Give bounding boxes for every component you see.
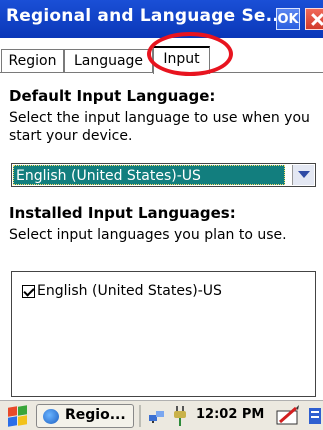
installed-input-heading: Installed Input Languages:	[9, 204, 236, 222]
power-plug-icon[interactable]	[172, 405, 188, 427]
app-globe-icon	[43, 409, 59, 424]
tab-language[interactable]: Language	[64, 49, 153, 72]
default-input-language-select[interactable]: English (United States)-US	[11, 163, 316, 187]
chevron-down-icon[interactable]	[292, 165, 314, 185]
taskbar-app-button[interactable]: Regio...	[36, 404, 134, 428]
keyboard-pen-icon[interactable]	[276, 405, 300, 427]
taskbar: Regio... 12:02 PM	[0, 400, 323, 430]
list-item[interactable]: English (United States)-US	[22, 282, 222, 300]
network-icon[interactable]	[148, 408, 166, 424]
checkbox-checked[interactable]	[22, 284, 35, 298]
tab-region[interactable]: Region	[1, 49, 64, 72]
close-button[interactable]	[305, 8, 323, 30]
default-input-description: Select the input language to use when yo…	[9, 110, 310, 144]
dropdown-selected-value: English (United States)-US	[13, 165, 285, 185]
taskbar-app-label: Regio...	[65, 407, 126, 423]
installed-languages-list[interactable]: English (United States)-US	[11, 271, 316, 397]
start-flag-icon[interactable]	[6, 405, 28, 427]
default-input-heading: Default Input Language:	[9, 87, 216, 105]
input-panel-icon[interactable]	[307, 405, 323, 427]
list-item-label: English (United States)-US	[37, 283, 222, 299]
taskbar-separator	[139, 405, 141, 427]
highlight-annotation	[147, 32, 233, 76]
title-bar: Regional and Language Se... OK	[0, 0, 323, 38]
clock[interactable]: 12:02 PM	[196, 407, 264, 422]
installed-input-description: Select input languages you plan to use.	[9, 227, 287, 243]
ok-button[interactable]: OK	[276, 8, 300, 30]
window-title: Regional and Language Se...	[6, 6, 286, 26]
